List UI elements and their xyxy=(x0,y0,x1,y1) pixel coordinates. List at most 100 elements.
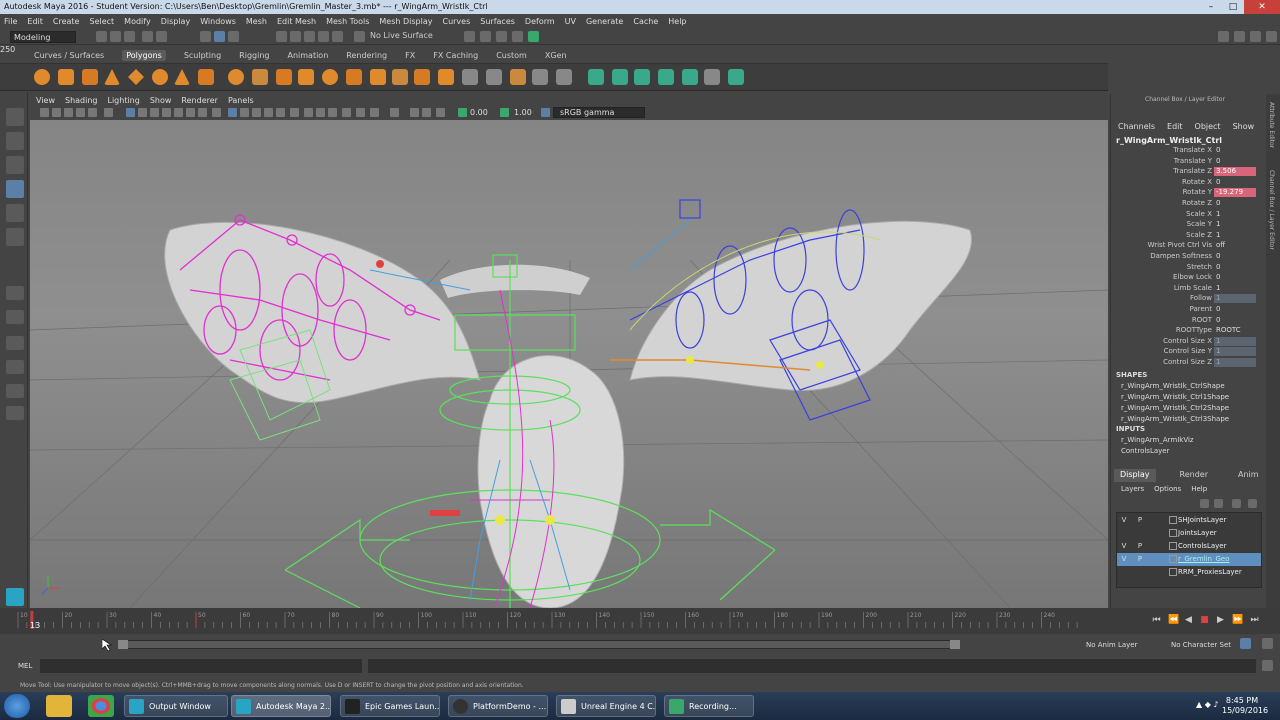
step-back-key-icon[interactable]: ⏪ xyxy=(1168,616,1179,625)
attribute-row[interactable]: Translate X0 xyxy=(1114,146,1256,157)
play-backwards-icon[interactable]: ◀ xyxy=(1184,616,1193,625)
system-tray[interactable]: ▲ ◆ ♪ xyxy=(1196,700,1219,709)
range-slider[interactable] xyxy=(118,640,958,649)
menu-mesh-tools[interactable]: Mesh Tools xyxy=(326,17,369,26)
smooth-shade-icon[interactable] xyxy=(228,108,237,117)
menu-cache[interactable]: Cache xyxy=(633,17,658,26)
minimize-button[interactable]: – xyxy=(1200,0,1222,14)
menu-help[interactable]: Help xyxy=(668,17,686,26)
save-scene-icon[interactable] xyxy=(124,31,135,42)
cb-menu-object[interactable]: Object xyxy=(1195,122,1221,131)
auto-key-icon[interactable] xyxy=(1240,638,1251,649)
cut-uv-icon[interactable] xyxy=(728,69,744,85)
poly-pipe-icon[interactable] xyxy=(198,69,214,85)
attribute-name[interactable]: Translate Y xyxy=(1112,157,1212,165)
cylindrical-uv-icon[interactable] xyxy=(612,69,628,85)
menu-windows[interactable]: Windows xyxy=(200,17,236,26)
shelf-tab-polygons[interactable]: Polygons xyxy=(122,50,166,61)
menu-edit-mesh[interactable]: Edit Mesh xyxy=(277,17,316,26)
shelf-tab-sculpting[interactable]: Sculpting xyxy=(184,51,221,60)
attribute-name[interactable]: Dampen Softness xyxy=(1112,252,1212,260)
render-view-icon[interactable] xyxy=(528,31,539,42)
attribute-name[interactable]: Control Size Z xyxy=(1112,358,1212,366)
planar-uv-icon[interactable] xyxy=(588,69,604,85)
wireframe-on-shaded-icon[interactable] xyxy=(240,108,249,117)
snap-grid-icon[interactable] xyxy=(276,31,287,42)
taskbar-recording[interactable]: Recording... xyxy=(664,695,754,717)
scale-tool-icon[interactable] xyxy=(6,228,24,246)
attribute-name[interactable]: Scale Z xyxy=(1112,231,1212,239)
attribute-value[interactable]: 1 xyxy=(1214,347,1256,357)
grid-icon[interactable] xyxy=(126,108,135,117)
bevel-icon[interactable] xyxy=(392,69,408,85)
menu-set-dropdown[interactable]: Modeling xyxy=(10,31,76,43)
layer-visibility-toggle[interactable]: V xyxy=(1119,516,1129,525)
attribute-value[interactable]: 1 xyxy=(1214,231,1256,240)
hypershade-layout-icon[interactable] xyxy=(6,384,24,398)
motion-blur-icon[interactable] xyxy=(304,108,313,117)
shelf-tab-xgen[interactable]: XGen xyxy=(545,51,567,60)
menu-mesh[interactable]: Mesh xyxy=(246,17,267,26)
xray-icon[interactable] xyxy=(356,108,365,117)
attribute-value[interactable]: ROOTC xyxy=(1214,326,1256,335)
attribute-row[interactable]: Scale X1 xyxy=(1114,210,1256,221)
shelf-tab-fx[interactable]: FX xyxy=(405,51,415,60)
select-hierarchy-icon[interactable] xyxy=(200,31,211,42)
character-set-dropdown[interactable]: No Character Set xyxy=(1171,641,1231,649)
attribute-name[interactable]: Limb Scale xyxy=(1112,284,1212,292)
cb-menu-show[interactable]: Show xyxy=(1233,122,1255,131)
bridge-icon[interactable] xyxy=(370,69,386,85)
input-item[interactable]: r_WingArm_ArmIkViz xyxy=(1121,436,1194,444)
persp-outliner-icon[interactable] xyxy=(6,336,24,350)
layer-name[interactable]: ControlsLayer xyxy=(1178,542,1226,550)
xray-joints-icon[interactable] xyxy=(370,108,379,117)
safe-title-icon[interactable] xyxy=(198,108,207,117)
uv-editor-icon[interactable] xyxy=(682,69,698,85)
menu-file[interactable]: File xyxy=(4,17,17,26)
viewport-menu-lighting[interactable]: Lighting xyxy=(107,96,139,105)
color-management-icon[interactable] xyxy=(541,108,550,117)
shelf-tab-curves-surfaces[interactable]: Curves / Surfaces xyxy=(34,51,104,60)
attribute-name[interactable]: Scale X xyxy=(1112,210,1212,218)
taskbar-epic-launcher[interactable]: Epic Games Laun... xyxy=(340,695,440,717)
attribute-value[interactable]: 1 xyxy=(1214,210,1256,219)
menu-deform[interactable]: Deform xyxy=(525,17,555,26)
attribute-name[interactable]: Control Size Y xyxy=(1112,347,1212,355)
attribute-row[interactable]: ROOTType ROOTC xyxy=(1114,326,1256,337)
persp-graph-icon[interactable] xyxy=(6,360,24,374)
attribute-value[interactable]: 0 xyxy=(1214,273,1256,282)
open-scene-icon[interactable] xyxy=(110,31,121,42)
attribute-value[interactable]: 0 xyxy=(1214,199,1256,208)
mel-language-toggle[interactable]: MEL xyxy=(18,662,32,670)
attribute-row[interactable]: Control Size Y1 xyxy=(1114,347,1256,358)
maximize-button[interactable]: □ xyxy=(1222,0,1244,14)
taskbar-maya[interactable]: Autodesk Maya 2... xyxy=(231,695,331,717)
taskbar-clock[interactable]: 8:45 PM 15/09/2016 xyxy=(1222,696,1268,716)
lights-icon[interactable] xyxy=(264,108,273,117)
layer-menu-layers[interactable]: Layers xyxy=(1121,485,1144,493)
exposure-icon[interactable] xyxy=(410,108,419,117)
menu-edit[interactable]: Edit xyxy=(27,17,43,26)
new-layer-selected-icon[interactable] xyxy=(1248,499,1257,508)
script-editor-icon[interactable] xyxy=(1262,660,1273,671)
taskbar-platform-demo[interactable]: PlatformDemo - ... xyxy=(448,695,548,717)
smooth-icon[interactable] xyxy=(298,69,314,85)
attribute-value[interactable]: 0 xyxy=(1214,316,1256,325)
cb-menu-channels[interactable]: Channels xyxy=(1118,122,1155,131)
safe-action-icon[interactable] xyxy=(186,108,195,117)
exposure-toggle-icon[interactable] xyxy=(458,108,467,117)
camera-attributes-icon[interactable] xyxy=(52,108,61,117)
attribute-value[interactable]: off xyxy=(1214,241,1256,250)
move-tool-icon[interactable] xyxy=(6,180,24,198)
input-item[interactable]: ControlsLayer xyxy=(1121,447,1169,455)
attribute-value[interactable]: -19.279 xyxy=(1214,188,1256,198)
poly-sphere-icon[interactable] xyxy=(34,69,50,85)
textured-icon[interactable] xyxy=(252,108,261,117)
ipr-render-icon[interactable] xyxy=(480,31,491,42)
viewport-menu-view[interactable]: View xyxy=(36,96,55,105)
layer-visibility-toggle[interactable]: V xyxy=(1119,542,1129,551)
attribute-value[interactable]: 1 xyxy=(1214,220,1256,229)
move-layer-up-icon[interactable] xyxy=(1200,499,1209,508)
viewport-menu-renderer[interactable]: Renderer xyxy=(181,96,218,105)
attribute-value[interactable]: 0 xyxy=(1214,157,1256,166)
